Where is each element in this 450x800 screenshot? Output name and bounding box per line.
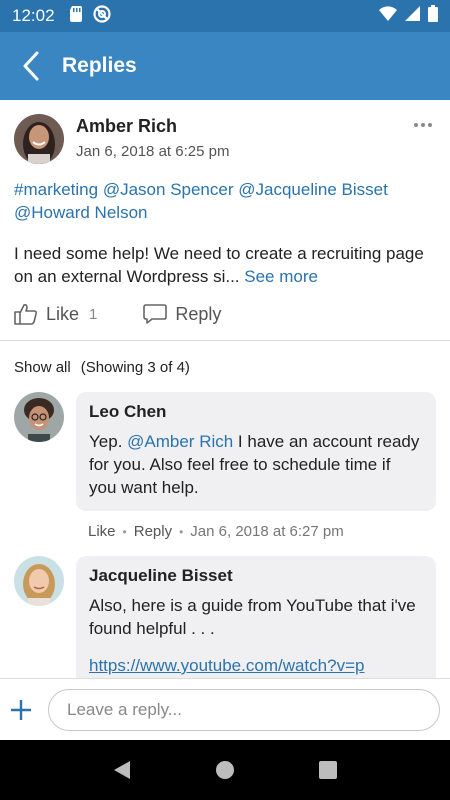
reply-item: Jacqueline Bisset Also, here is a guide … bbox=[0, 556, 450, 678]
reply-like-button[interactable]: Like bbox=[88, 523, 116, 540]
wifi-icon bbox=[379, 6, 397, 26]
replies-content[interactable]: Amber Rich Jan 6, 2018 at 6:25 pm #marke… bbox=[0, 100, 450, 678]
like-button[interactable]: Like 1 bbox=[14, 303, 97, 325]
like-count: 1 bbox=[89, 305, 98, 323]
reply-bubble: Jacqueline Bisset Also, here is a guide … bbox=[76, 556, 436, 678]
replies-header: Show all (Showing 3 of 4) bbox=[0, 341, 450, 376]
comment-bubble-icon bbox=[143, 303, 168, 325]
reply-author[interactable]: Jacqueline Bisset bbox=[89, 566, 422, 586]
reply-text: Yep. @Amber Rich I have an account ready… bbox=[89, 432, 420, 497]
reply-label: Reply bbox=[175, 303, 222, 324]
square-recents-icon bbox=[319, 761, 338, 779]
post-actions: Like 1 Reply bbox=[14, 290, 436, 338]
status-bar: 12:02 bbox=[0, 0, 450, 32]
mention-amber-rich[interactable]: @Amber Rich bbox=[127, 432, 233, 451]
post-body-text: I need some help! We need to create a re… bbox=[14, 244, 424, 286]
mention-jason-spencer[interactable]: @Jason Spencer bbox=[103, 180, 234, 199]
circle-home-icon bbox=[215, 761, 234, 779]
nav-back-button[interactable] bbox=[102, 750, 142, 790]
plus-icon bbox=[11, 699, 31, 720]
post-author[interactable]: Amber Rich bbox=[76, 116, 229, 137]
reply-input[interactable] bbox=[48, 688, 440, 731]
back-button[interactable] bbox=[0, 32, 62, 100]
do-not-disturb-icon bbox=[92, 4, 111, 28]
reply-author[interactable]: Leo Chen bbox=[89, 402, 422, 422]
avatar[interactable] bbox=[14, 114, 64, 164]
reply-actions: Like • Reply • Jan 6, 2018 at 6:27 pm bbox=[88, 523, 344, 540]
sd-card-icon bbox=[69, 5, 83, 27]
page-title: Replies bbox=[62, 54, 137, 77]
app-bar: Replies bbox=[0, 32, 450, 100]
reply-bubble: Leo Chen Yep. @Amber Rich I have an acco… bbox=[76, 392, 436, 511]
mention-howard-nelson[interactable]: @Howard Nelson bbox=[14, 203, 147, 222]
thumbs-up-icon bbox=[14, 303, 38, 325]
system-nav-bar bbox=[0, 740, 450, 800]
reply-composer bbox=[0, 678, 450, 740]
battery-icon bbox=[428, 5, 438, 27]
original-post: Amber Rich Jan 6, 2018 at 6:25 pm #marke… bbox=[0, 100, 450, 338]
signal-icon bbox=[405, 6, 420, 26]
showing-count: (Showing 3 of 4) bbox=[80, 359, 190, 376]
mention-jacqueline-bisset[interactable]: @Jacqueline Bisset bbox=[238, 180, 388, 199]
reply-text: Also, here is a guide from YouTube that … bbox=[89, 596, 416, 638]
post-body: I need some help! We need to create a re… bbox=[14, 242, 436, 288]
status-time: 12:02 bbox=[12, 6, 55, 25]
avatar[interactable] bbox=[14, 392, 64, 442]
tag-marketing[interactable]: #marketing bbox=[14, 180, 98, 199]
nav-recents-button[interactable] bbox=[308, 750, 348, 790]
post-tags: #marketing @Jason Spencer @Jacqueline Bi… bbox=[14, 178, 436, 224]
more-options-button[interactable] bbox=[414, 120, 434, 130]
more-dots-icon bbox=[414, 123, 418, 127]
like-label: Like bbox=[46, 303, 80, 324]
chevron-left-icon bbox=[23, 51, 39, 81]
reply-item: Leo Chen Yep. @Amber Rich I have an acco… bbox=[0, 392, 450, 540]
post-date: Jan 6, 2018 at 6:25 pm bbox=[76, 143, 230, 160]
nav-home-button[interactable] bbox=[205, 750, 245, 790]
reply-button[interactable]: Reply bbox=[143, 303, 221, 325]
reply-reply-button[interactable]: Reply bbox=[134, 523, 172, 540]
avatar[interactable] bbox=[14, 556, 64, 606]
show-all-link[interactable]: Show all bbox=[14, 359, 71, 376]
add-attachment-button[interactable] bbox=[6, 695, 36, 725]
youtube-link[interactable]: https://www.youtube.com/watch?v=p bbox=[89, 654, 422, 677]
triangle-back-icon bbox=[113, 761, 130, 779]
reply-date: Jan 6, 2018 at 6:27 pm bbox=[190, 523, 344, 540]
see-more-link[interactable]: See more bbox=[244, 267, 318, 286]
